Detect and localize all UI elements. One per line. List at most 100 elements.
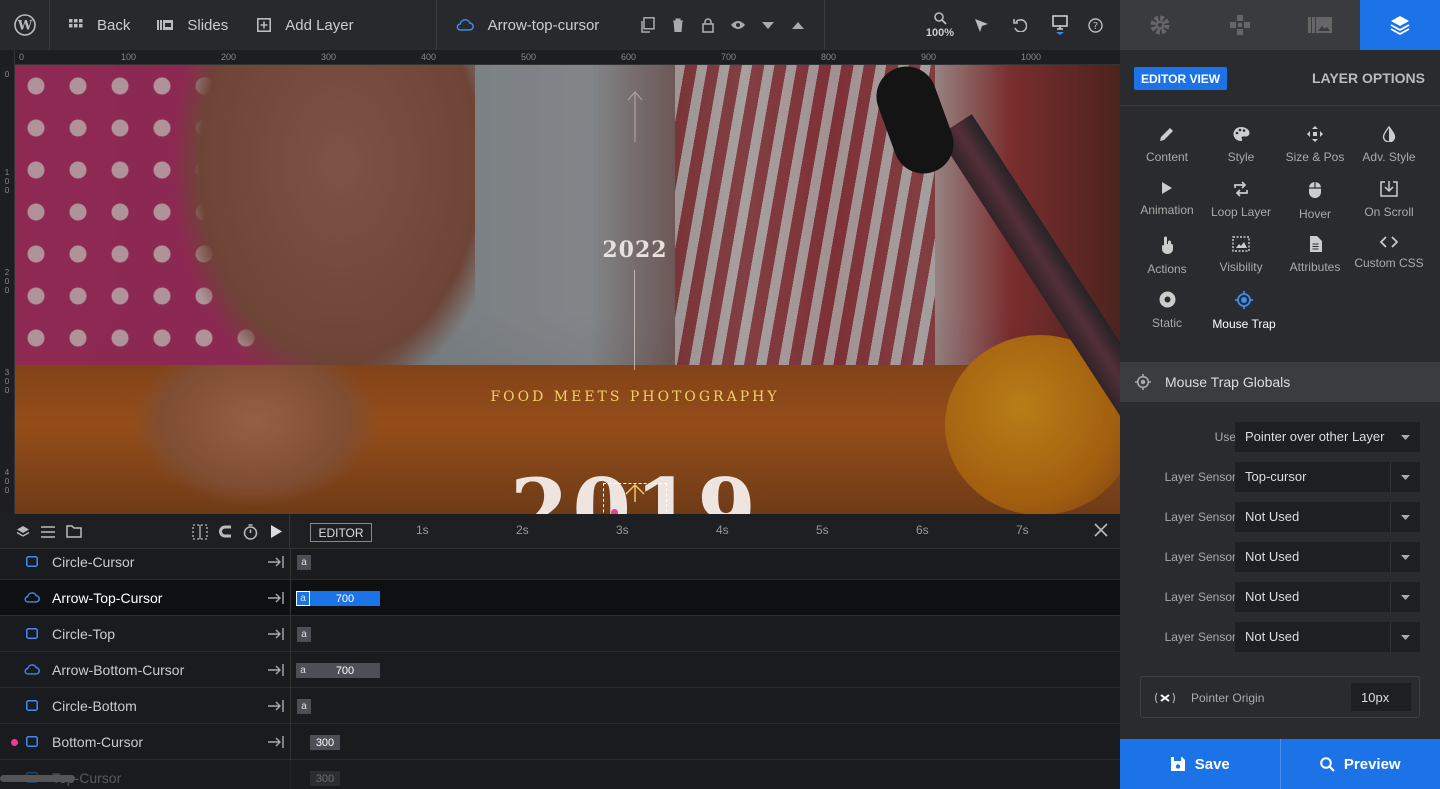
horizontal-scrollbar[interactable] [0, 775, 75, 782]
folder-button[interactable] [61, 514, 87, 549]
layer-options-link[interactable]: LAYER OPTIONS [1312, 70, 1425, 86]
animation-bar[interactable]: 300 [310, 735, 340, 750]
dotted-box-icon [191, 523, 208, 540]
panel-tabs [1120, 0, 1440, 50]
timer-button[interactable] [238, 514, 264, 549]
year-heading[interactable]: 2022 [575, 237, 695, 263]
layer-row[interactable]: Top-Cursor 300 [0, 760, 1120, 789]
divider [290, 724, 291, 760]
undo-button[interactable] [1005, 0, 1035, 50]
option-adv-style[interactable]: Adv. Style [1352, 120, 1426, 170]
editor-view-button[interactable]: EDITOR VIEW [1134, 67, 1228, 90]
layer-row[interactable]: Arrow-Bottom-Cursor a 700 [0, 652, 1120, 688]
slides-button[interactable]: Slides [157, 17, 228, 34]
option-loop-layer[interactable]: Loop Layer [1204, 175, 1278, 225]
slides-icon [157, 20, 174, 30]
visibility-button[interactable] [723, 0, 753, 50]
magnet-button[interactable] [212, 514, 238, 549]
select-tool-button[interactable] [966, 0, 996, 50]
tab-layers[interactable] [1360, 0, 1440, 50]
option-static[interactable]: Static [1130, 285, 1204, 335]
layers-view-button[interactable] [10, 514, 36, 549]
keyframe-block[interactable]: a [297, 627, 311, 642]
keyframe-block[interactable]: a [297, 555, 311, 570]
back-button[interactable]: Back [69, 17, 130, 34]
sensor-select[interactable]: Not Used [1235, 542, 1420, 572]
folder-icon [66, 525, 82, 538]
option-size-pos[interactable]: Size & Pos [1278, 120, 1352, 170]
desktop-icon [1052, 15, 1068, 35]
slide-canvas[interactable]: 2022 FOOD MEETS PHOTOGRAPHY 2019 [15, 65, 1120, 514]
duplicate-button[interactable] [633, 0, 663, 50]
sensor-select[interactable]: Not Used [1235, 622, 1420, 652]
layer-row[interactable]: Circle-Bottom a [0, 688, 1120, 724]
option-label: Loop Layer [1210, 205, 1272, 219]
sensor-select[interactable]: Not Used [1235, 502, 1420, 532]
help-button[interactable]: ? [1080, 0, 1110, 50]
arrow-up-icon[interactable] [627, 90, 643, 142]
chevron-down-icon [1401, 554, 1410, 560]
layer-name: Circle-Cursor [52, 554, 135, 570]
time-marker: 6s [916, 523, 929, 537]
layer-row[interactable]: Bottom-Cursor 300 [0, 724, 1120, 760]
grid-icon [69, 19, 83, 28]
tab-media[interactable] [1280, 0, 1360, 50]
keyframe-block[interactable]: a [296, 591, 310, 606]
sensor-label: Layer Sensor [1164, 510, 1236, 524]
ruler-tick: 900 [921, 52, 937, 62]
option-mouse-trap[interactable]: Mouse Trap [1204, 285, 1284, 335]
layer-row[interactable]: Circle-Cursor a [0, 549, 1120, 580]
crosshair-icon [1235, 291, 1253, 309]
option-hover[interactable]: Hover [1278, 175, 1352, 225]
option-visibility[interactable]: Visibility [1204, 230, 1278, 280]
zoom-control[interactable]: 100% [920, 12, 960, 39]
trash-icon [673, 18, 684, 32]
pencil-icon [1160, 128, 1173, 141]
option-attributes[interactable]: Attributes [1278, 230, 1352, 280]
use-select[interactable]: Pointer over other Layer [1235, 422, 1420, 452]
tab-settings[interactable] [1120, 0, 1200, 50]
save-button[interactable]: Save [1120, 739, 1281, 789]
device-desktop-button[interactable] [1045, 0, 1075, 50]
vertical-ruler: 0 1 0 0 2 0 0 3 0 0 4 0 0 [0, 50, 15, 514]
option-custom-css[interactable]: Custom CSS [1352, 230, 1426, 280]
mouse-trap-globals-header[interactable]: Mouse Trap Globals [1120, 362, 1440, 402]
tab-navigation[interactable] [1200, 0, 1280, 50]
option-actions[interactable]: Actions [1130, 230, 1204, 280]
layer-row[interactable]: Arrow-Top-Cursor a 700 [0, 580, 1120, 616]
move-down-button[interactable] [753, 0, 783, 50]
crosshair-icon [1135, 374, 1151, 390]
lock-button[interactable] [693, 0, 723, 50]
option-on-scroll[interactable]: On Scroll [1352, 175, 1426, 225]
hand-icon [1162, 236, 1174, 254]
divider [290, 652, 291, 688]
move-up-button[interactable] [783, 0, 813, 50]
keyframe-block[interactable]: a [296, 663, 310, 678]
divider [290, 549, 291, 580]
sensor-select[interactable]: Not Used [1235, 582, 1420, 612]
editor-mode-button[interactable]: EDITOR [310, 523, 372, 542]
pointer-origin-input[interactable]: 10px [1351, 683, 1411, 711]
option-style[interactable]: Style [1204, 120, 1278, 170]
option-animation[interactable]: Animation [1130, 175, 1204, 225]
grid-snap-button[interactable] [187, 514, 213, 549]
keyframe-block[interactable]: a [297, 699, 311, 714]
ruler-tick: 1000 [1021, 52, 1042, 62]
wordpress-logo-icon[interactable]: W [0, 0, 50, 50]
ruler-tick: 400 [421, 52, 437, 62]
tagline[interactable]: FOOD MEETS PHOTOGRAPHY [455, 389, 815, 405]
animation-bar[interactable]: 700 [310, 663, 380, 678]
ruler-tick: 0 [4, 70, 10, 79]
divider-line[interactable] [634, 270, 635, 370]
preview-button[interactable]: Preview [1281, 739, 1440, 789]
play-button[interactable] [263, 514, 289, 549]
option-content[interactable]: Content [1130, 120, 1204, 170]
animation-bar[interactable]: 700 [310, 591, 380, 606]
add-layer-button[interactable]: Add Layer [257, 17, 354, 34]
sensor-select[interactable]: Top-cursor [1235, 462, 1420, 492]
delete-button[interactable] [663, 0, 693, 50]
list-view-button[interactable] [36, 514, 62, 549]
animation-bar[interactable]: 300 [310, 771, 340, 786]
close-icon[interactable] [1093, 522, 1109, 538]
layer-row[interactable]: Circle-Top a [0, 616, 1120, 652]
